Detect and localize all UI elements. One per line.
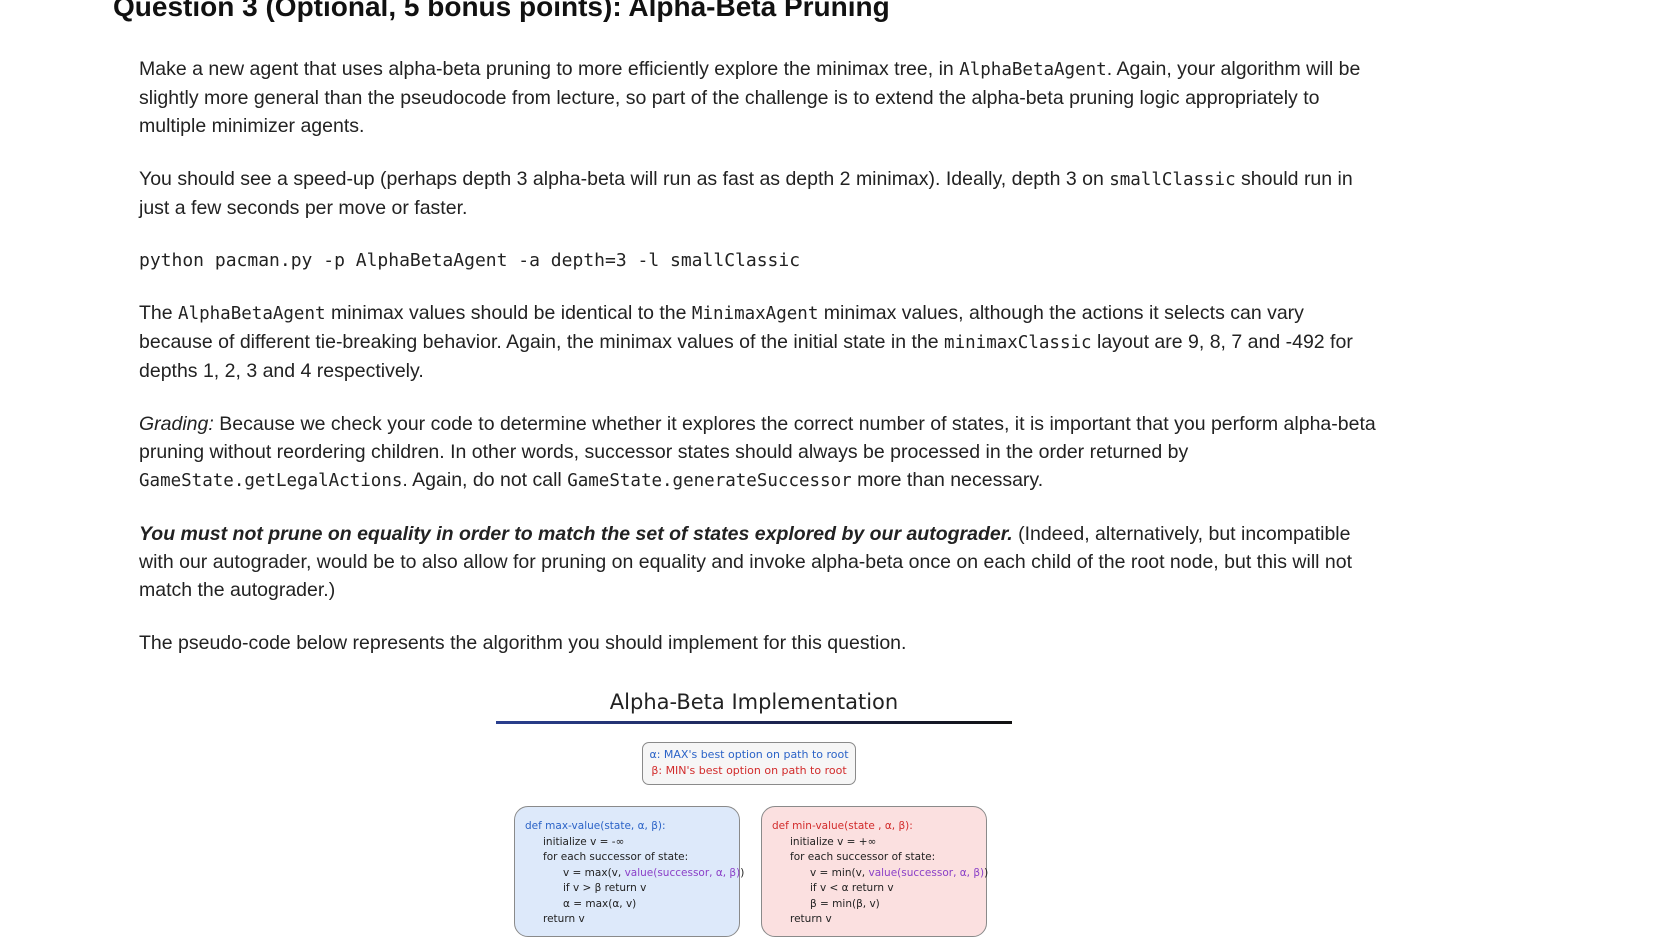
question-body: Make a new agent that uses alpha-beta pr… — [139, 55, 1379, 682]
inline-code: MinimaxAgent — [691, 304, 819, 324]
inline-code: minimaxClassic — [944, 333, 1092, 353]
code-line: initialize v = +∞ — [790, 835, 877, 848]
text: Make a new agent that uses alpha-beta pr… — [139, 58, 960, 80]
command-line: python pacman.py -p AlphaBetaAgent -a de… — [139, 250, 801, 271]
warning-text: You must not prune on equality in order … — [139, 523, 1013, 545]
values-paragraph: The AlphaBetaAgent minimax values should… — [139, 299, 1379, 385]
text: . Again, do not call — [402, 469, 568, 491]
text: more than necessary. — [851, 469, 1044, 491]
page-title: Question 3 (Optional, 5 bonus points): A… — [113, 0, 890, 22]
code-line: β = min(β, v) — [810, 897, 880, 910]
code-line: for each successor of state: — [790, 851, 936, 863]
figure-title: Alpha-Beta Implementation — [609, 690, 899, 714]
text: Because we check your code to determine … — [139, 413, 1376, 463]
code-line: return v — [543, 913, 585, 925]
min-value-box: def min-value(state , α, β): initialize … — [761, 806, 989, 937]
pseudocode-intro: The pseudo-code below represents the alg… — [139, 632, 907, 654]
min-value-def: def min-value(state , α, β): — [772, 820, 913, 832]
code-line: v = min(v, value(successor, α, β)) — [772, 866, 989, 882]
intro-paragraph: Make a new agent that uses alpha-beta pr… — [139, 55, 1379, 140]
code-line: return v — [790, 913, 832, 925]
code-line: α = max(α, v) — [563, 897, 637, 910]
inline-code: smallClassic — [1109, 170, 1236, 190]
legend-beta: β: MIN's best option on path to root — [651, 764, 847, 777]
text: minimax values should be identical to th… — [325, 302, 692, 324]
code-line: if v < α return v — [810, 882, 894, 894]
figure-divider — [496, 721, 1012, 724]
code-line: initialize v = -∞ — [543, 835, 625, 848]
max-value-def: def max-value(state, α, β): — [525, 820, 666, 832]
figure-legend: α: MAX's best option on path to root β: … — [642, 742, 856, 785]
alpha-beta-figure: Alpha-Beta Implementation α: MAX's best … — [496, 690, 1012, 944]
speedup-paragraph: You should see a speed-up (perhaps depth… — [139, 165, 1379, 222]
inline-code: AlphaBetaAgent — [959, 60, 1107, 80]
inline-code: GameState.getLegalActions — [139, 471, 403, 491]
code-line: v = max(v, value(successor, α, β)) — [525, 866, 744, 882]
value-call: value(successor, α, β) — [868, 866, 985, 879]
code-text: ) — [740, 866, 745, 879]
text: The — [139, 302, 179, 324]
code-text: v = min(v, — [810, 866, 869, 879]
grading-paragraph: Grading: Because we check your code to d… — [139, 410, 1379, 495]
text: You should see a speed-up (perhaps depth… — [139, 168, 1110, 190]
code-line: if v > β return v — [563, 882, 647, 894]
code-line: for each successor of state: — [543, 851, 689, 863]
legend-alpha: α: MAX's best option on path to root — [649, 748, 849, 761]
code-text: ) — [984, 866, 989, 879]
equality-paragraph: You must not prune on equality in order … — [139, 520, 1379, 604]
max-value-box: def max-value(state, α, β): initialize v… — [514, 806, 744, 937]
inline-code: AlphaBetaAgent — [178, 304, 326, 324]
grading-label: Grading: — [139, 413, 214, 435]
inline-code: GameState.generateSuccessor — [567, 471, 852, 491]
value-call: value(successor, α, β) — [624, 866, 741, 879]
code-text: v = max(v, — [563, 866, 625, 879]
